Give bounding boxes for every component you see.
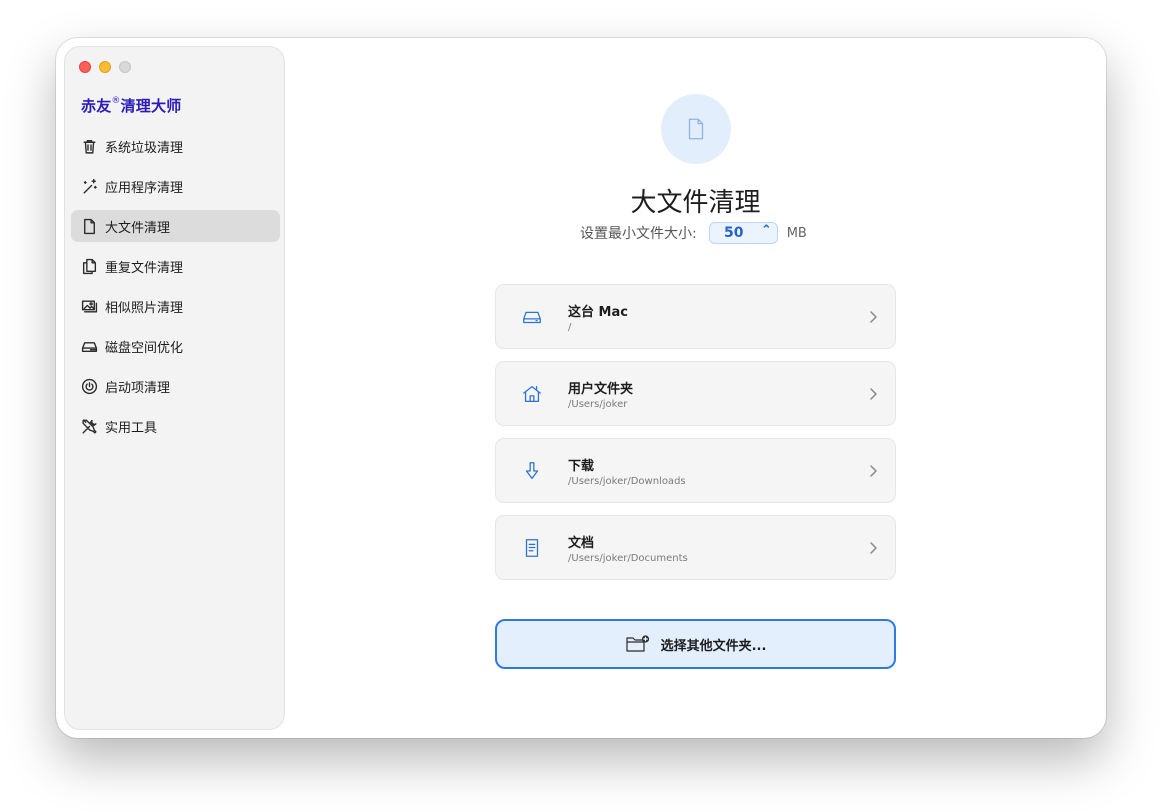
- location-name: 下载: [568, 459, 595, 474]
- sidebar-item-startup-items[interactable]: 启动项清理: [71, 370, 280, 402]
- chevron-right-icon: [867, 309, 879, 325]
- min-size-row: 设置最小文件大小: 50 ⌃ MB: [580, 222, 807, 244]
- sidebar-item-label: 实用工具: [105, 420, 158, 436]
- location-path: /Users/joker/Documents: [568, 553, 688, 564]
- chevron-right-icon: [867, 386, 879, 402]
- location-name: 文档: [568, 536, 595, 551]
- document-text-icon: [520, 536, 544, 560]
- location-path: /Users/joker/Downloads: [568, 476, 686, 487]
- folder-add-icon: [625, 634, 651, 654]
- stepper-up-icon[interactable]: ⌃: [761, 223, 772, 238]
- main-content: 大文件清理 设置最小文件大小: 50 ⌃ MB 这台 Mac / 用户文件夹 /…: [285, 38, 1106, 738]
- brand-name-main: 赤友: [81, 97, 112, 115]
- download-arrow-icon: [520, 459, 544, 483]
- location-path: /: [568, 322, 572, 333]
- chevron-right-icon: [867, 463, 879, 479]
- sidebar-item-label: 启动项清理: [105, 380, 171, 396]
- sidebar-item-label: 大文件清理: [105, 220, 171, 236]
- brand-name-tail: 清理大师: [120, 97, 182, 115]
- location-this-mac[interactable]: 这台 Mac /: [495, 284, 896, 349]
- min-size-unit: MB: [786, 225, 807, 241]
- sidebar-item-disk-optimize[interactable]: 磁盘空间优化: [71, 330, 280, 362]
- app-brand: 赤友®清理大师: [81, 95, 181, 116]
- document-icon: [688, 118, 704, 140]
- sidebar-item-system-junk[interactable]: 系统垃圾清理: [71, 130, 280, 162]
- sidebar-item-large-files[interactable]: 大文件清理: [71, 210, 280, 242]
- min-size-stepper[interactable]: 50 ⌃: [708, 222, 778, 244]
- home-icon: [520, 382, 544, 406]
- sidebar-item-label: 重复文件清理: [105, 260, 184, 276]
- power-icon: [80, 377, 98, 395]
- sidebar-item-label: 系统垃圾清理: [105, 140, 184, 156]
- location-list: 这台 Mac / 用户文件夹 /Users/joker 下载 /Users/jo…: [495, 284, 896, 592]
- minimize-window-button[interactable]: [99, 61, 111, 73]
- hero-badge: [661, 94, 731, 164]
- zoom-window-button[interactable]: [119, 61, 131, 73]
- sidebar-item-app-cleanup[interactable]: 应用程序清理: [71, 170, 280, 202]
- location-name: 用户文件夹: [568, 382, 634, 397]
- sidebar-item-label: 磁盘空间优化: [105, 340, 184, 356]
- min-size-value[interactable]: 50: [710, 225, 758, 241]
- registered-mark: ®: [111, 96, 121, 106]
- location-user-folder[interactable]: 用户文件夹 /Users/joker: [495, 361, 896, 426]
- duplicate-documents-icon: [80, 257, 98, 275]
- magic-wand-icon: [80, 177, 98, 195]
- disk-drive-icon: [80, 337, 98, 355]
- app-window: 赤友®清理大师 系统垃圾清理 应用程序清理 大文件清理 重复文件清理 相似照片清…: [56, 38, 1106, 738]
- choose-folder-label: 选择其他文件夹...: [660, 638, 767, 654]
- document-icon: [80, 217, 98, 235]
- page-title: 大文件清理: [630, 188, 761, 218]
- location-path: /Users/joker: [568, 399, 628, 410]
- trash-icon: [80, 137, 98, 155]
- sidebar-item-similar-photos[interactable]: 相似照片清理: [71, 290, 280, 322]
- window-controls: [79, 61, 131, 73]
- min-size-label: 设置最小文件大小:: [580, 226, 697, 242]
- close-window-button[interactable]: [79, 61, 91, 73]
- location-documents[interactable]: 文档 /Users/joker/Documents: [495, 515, 896, 580]
- photos-icon: [80, 297, 98, 315]
- sidebar-item-duplicate-files[interactable]: 重复文件清理: [71, 250, 280, 282]
- sidebar-nav: 系统垃圾清理 应用程序清理 大文件清理 重复文件清理 相似照片清理 磁盘空间优化…: [71, 130, 280, 450]
- sidebar-item-label: 应用程序清理: [105, 180, 184, 196]
- location-downloads[interactable]: 下载 /Users/joker/Downloads: [495, 438, 896, 503]
- drive-icon: [520, 305, 544, 329]
- sidebar-item-utilities[interactable]: 实用工具: [71, 410, 280, 442]
- chevron-right-icon: [867, 540, 879, 556]
- sidebar-item-label: 相似照片清理: [105, 300, 184, 316]
- location-name: 这台 Mac: [568, 305, 628, 320]
- sidebar: 赤友®清理大师 系统垃圾清理 应用程序清理 大文件清理 重复文件清理 相似照片清…: [64, 46, 285, 730]
- choose-other-folder-button[interactable]: 选择其他文件夹...: [495, 619, 896, 669]
- tools-icon: [80, 417, 98, 435]
